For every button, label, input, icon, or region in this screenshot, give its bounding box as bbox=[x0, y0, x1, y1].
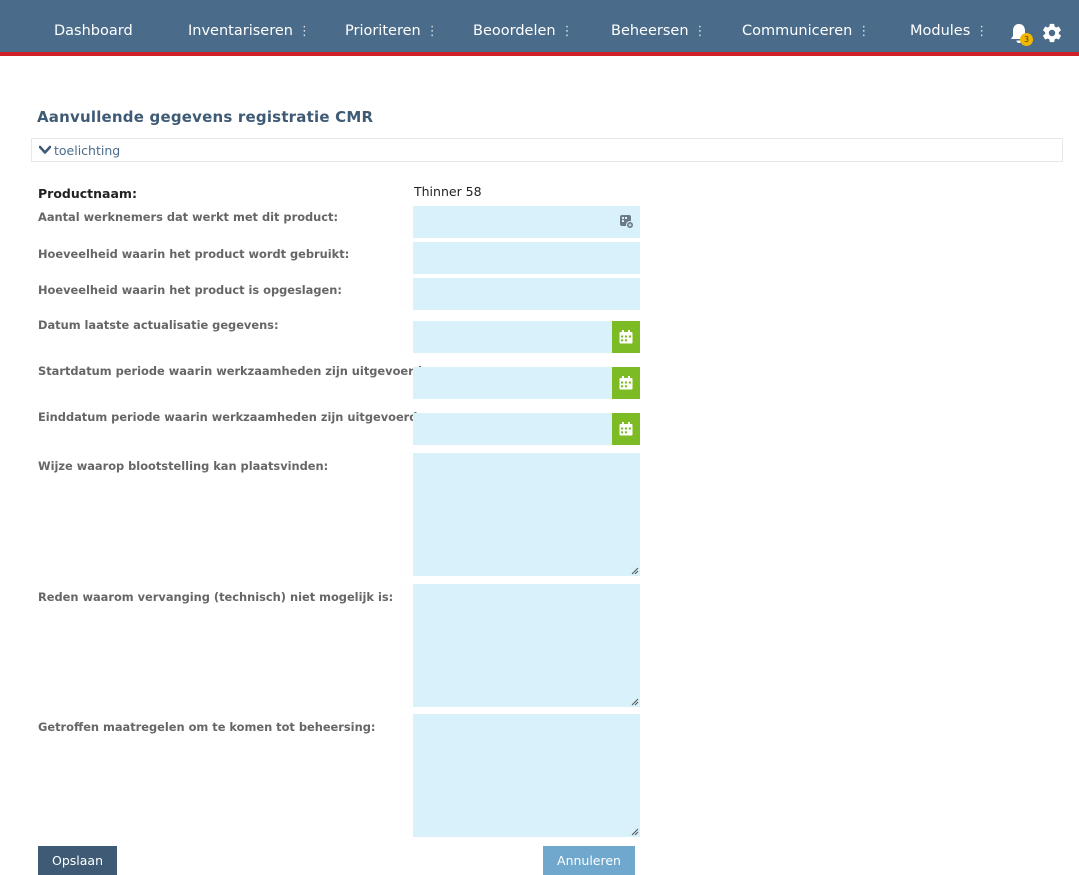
replacement-reason-textarea[interactable] bbox=[413, 584, 640, 707]
employees-count-label: Aantal werknemers dat werkt met dit prod… bbox=[38, 210, 339, 224]
usage-quantity-label: Hoeveelheid waarin het product wordt geb… bbox=[38, 247, 350, 261]
save-button[interactable]: Opslaan bbox=[38, 846, 117, 875]
control-measures-label: Getroffen maatregelen om te komen tot be… bbox=[38, 720, 376, 734]
page-title: Aanvullende gegevens registratie CMR bbox=[37, 108, 374, 126]
end-date-label: Einddatum periode waarin werkzaamheden z… bbox=[38, 410, 422, 424]
product-name-value: Thinner 58 bbox=[414, 184, 482, 199]
start-date-label: Startdatum periode waarin werkzaamheden … bbox=[38, 364, 427, 378]
resize-grip-icon[interactable] bbox=[630, 566, 639, 575]
nav-item-label: Communiceren bbox=[742, 23, 853, 39]
chevron-down-icon bbox=[39, 145, 51, 154]
calendar-icon bbox=[619, 422, 633, 436]
nav-item-beoordelen[interactable]: Beoordelen ⋮ bbox=[473, 0, 574, 56]
more-vertical-icon: ⋮ bbox=[425, 24, 439, 39]
resize-grip-icon[interactable] bbox=[630, 827, 639, 836]
exposure-method-textarea[interactable] bbox=[413, 453, 640, 576]
replacement-reason-label: Reden waarom vervanging (technisch) niet… bbox=[38, 590, 394, 604]
gear-icon[interactable] bbox=[1041, 22, 1063, 44]
storage-quantity-label: Hoeveelheid waarin het product is opgesl… bbox=[38, 283, 342, 297]
nav-item-label: Beoordelen bbox=[473, 23, 556, 39]
control-measures-textarea[interactable] bbox=[413, 714, 640, 837]
nav-item-communiceren[interactable]: Communiceren ⋮ bbox=[742, 0, 870, 56]
notification-badge: 3 bbox=[1020, 33, 1033, 46]
end-date-picker-button[interactable] bbox=[612, 413, 640, 445]
employees-count-input[interactable] bbox=[413, 206, 640, 238]
resize-grip-icon[interactable] bbox=[630, 697, 639, 706]
nav-item-label: Prioriteren bbox=[345, 23, 421, 39]
nav-item-modules[interactable]: Modules ⋮ bbox=[910, 0, 988, 56]
storage-quantity-input[interactable] bbox=[413, 278, 640, 310]
cancel-button[interactable]: Annuleren bbox=[543, 846, 635, 875]
toelichting-toggle[interactable]: toelichting bbox=[31, 138, 1063, 162]
more-vertical-icon: ⋮ bbox=[975, 24, 989, 39]
more-vertical-icon: ⋮ bbox=[560, 24, 574, 39]
top-nav-bar: Dashboard Inventariseren ⋮ Prioriteren ⋮ B… bbox=[0, 0, 1079, 56]
start-date-picker-button[interactable] bbox=[612, 367, 640, 399]
nav-item-prioriteren[interactable]: Prioriteren ⋮ bbox=[345, 0, 439, 56]
last-update-date-input[interactable] bbox=[413, 321, 612, 353]
usage-quantity-input[interactable] bbox=[413, 242, 640, 274]
nav-item-label: Beheersen bbox=[611, 23, 689, 39]
product-name-label: Productnaam: bbox=[38, 186, 137, 201]
nav-item-label: Dashboard bbox=[54, 23, 133, 39]
last-update-date-label: Datum laatste actualisatie gegevens: bbox=[38, 318, 279, 332]
nav-item-dashboard[interactable]: Dashboard bbox=[54, 0, 133, 56]
more-vertical-icon: ⋮ bbox=[857, 24, 871, 39]
calendar-icon bbox=[619, 376, 633, 390]
more-vertical-icon: ⋮ bbox=[693, 24, 707, 39]
toelichting-label: toelichting bbox=[54, 143, 121, 158]
last-update-date-picker-button[interactable] bbox=[612, 321, 640, 353]
nav-item-beheersen[interactable]: Beheersen ⋮ bbox=[611, 0, 707, 56]
start-date-input[interactable] bbox=[413, 367, 612, 399]
more-vertical-icon: ⋮ bbox=[297, 24, 311, 39]
nav-item-inventariseren[interactable]: Inventariseren ⋮ bbox=[188, 0, 311, 56]
calculator-icon[interactable] bbox=[619, 214, 634, 229]
nav-item-label: Modules bbox=[910, 23, 971, 39]
end-date-input[interactable] bbox=[413, 413, 612, 445]
calendar-icon bbox=[619, 330, 633, 344]
exposure-method-label: Wijze waarop blootstelling kan plaatsvin… bbox=[38, 459, 329, 473]
nav-item-label: Inventariseren bbox=[188, 23, 293, 39]
